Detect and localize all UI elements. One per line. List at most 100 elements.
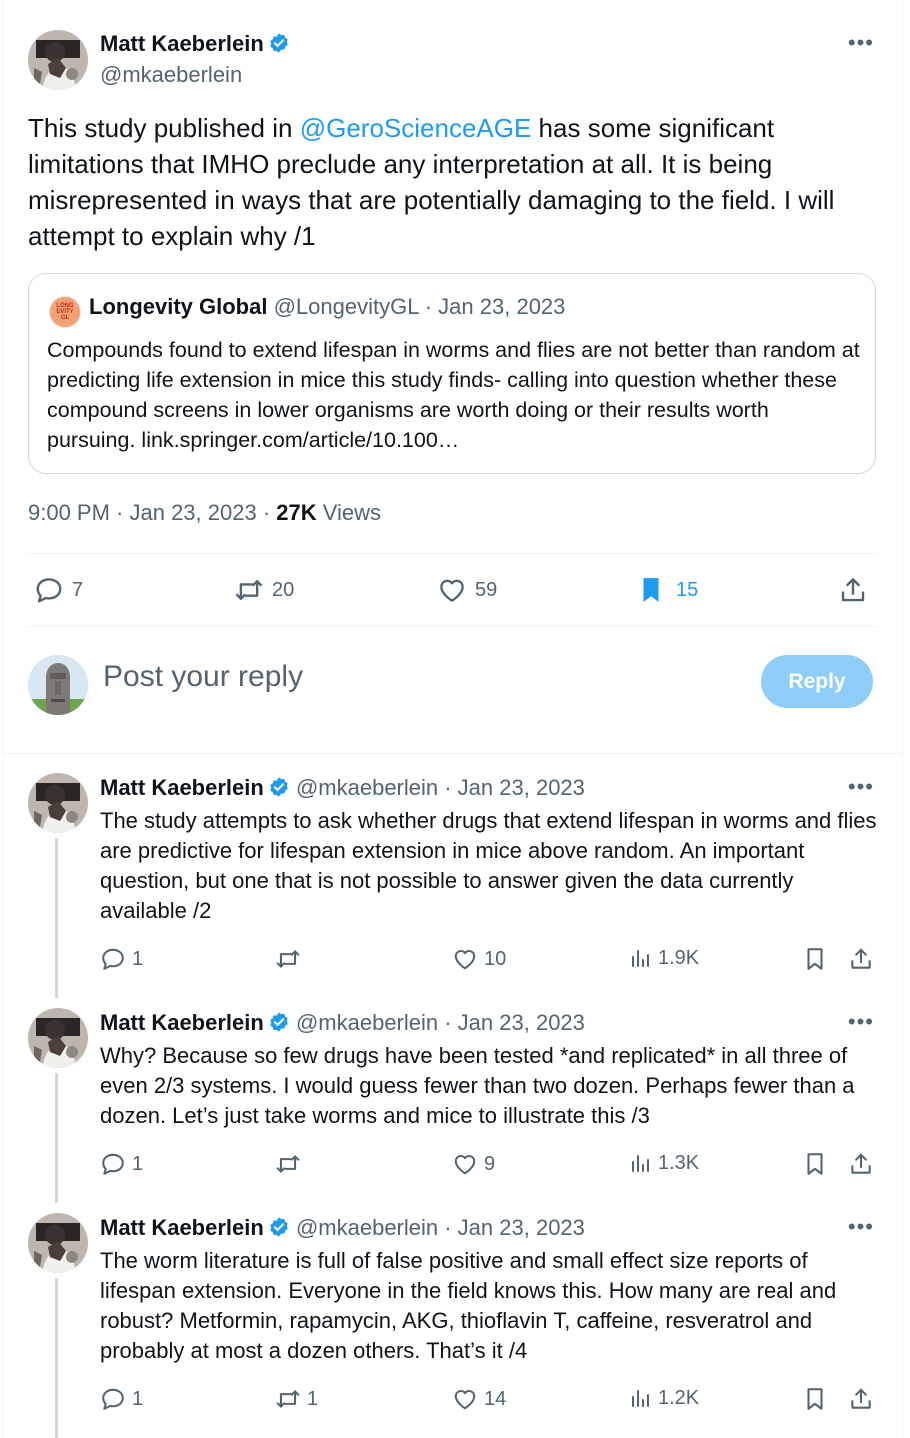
reply-action[interactable]: 7 [34,575,83,605]
share-action[interactable] [848,946,874,972]
bookmark-action[interactable] [802,1151,828,1177]
reply-icon [102,1153,124,1175]
share-icon [851,1153,871,1174]
tweet-text: This study published in @GeroScienceAGE … [28,113,835,251]
verified-badge-icon [269,1216,289,1238]
retweet-action[interactable] [275,946,307,972]
divider [28,553,876,554]
reply-avatar[interactable] [28,1213,88,1273]
thread-line [55,1073,58,1203]
like-count: 59 [475,578,498,601]
views-count: 1.3K [658,1151,700,1174]
verified-badge-icon [269,1011,289,1033]
timestamp[interactable]: 9:00 PM · Jan 23, 2023 · [28,500,276,525]
reply-text: Why? Because so few drugs have been test… [100,1043,855,1128]
reply-icon [102,1388,124,1410]
retweet-action[interactable] [275,1151,307,1177]
retweet-count: 20 [272,578,295,601]
bookmark-action[interactable] [802,1386,828,1412]
verified-badge-icon [269,776,289,798]
retweet-action[interactable]: 20 [234,575,294,605]
retweet-icon [276,1390,300,1408]
views-action[interactable]: 1.2K [628,1386,699,1410]
tweet-meta: 9:00 PM · Jan 23, 2023 · 27K Views [28,500,381,526]
reply-action[interactable]: 1 [100,1151,143,1177]
more-options-icon[interactable]: ••• [848,32,874,54]
quoted-avatar[interactable]: LONG EVITY GL [49,296,81,328]
reply-avatar[interactable] [28,1008,88,1068]
retweet-icon [276,950,300,968]
views-icon [632,1155,649,1172]
reply-text: The study attempts to ask whether drugs … [100,808,877,923]
bookmark-icon [807,1153,823,1175]
retweet-icon [235,580,263,600]
current-user-avatar[interactable] [28,655,88,715]
mention-link[interactable]: @GeroScienceAGE [300,113,532,143]
views-count: 1.9K [658,946,700,969]
author-name[interactable]: Matt Kaeberlein [100,31,264,56]
reply-action[interactable]: 1 [100,946,143,972]
views-action[interactable]: 1.9K [628,946,699,970]
reply-action[interactable]: 1 [100,1386,143,1412]
bookmark-count: 15 [676,578,699,601]
retweet-icon [276,1155,300,1173]
share-action[interactable] [848,1151,874,1177]
author-header: Matt Kaeberlein [100,31,290,57]
reply-avatar[interactable] [28,773,88,833]
reply-header: Matt Kaeberlein @mkaeberlein · Jan 23, 2… [100,775,585,801]
views-action[interactable]: 1.3K [628,1151,699,1175]
quoted-tweet-card[interactable]: LONG EVITY GL Longevity Global @Longevit… [28,273,876,474]
heart-icon [454,1390,476,1410]
moai-avatar-icon [28,655,88,715]
more-options-icon[interactable]: ••• [848,1216,874,1238]
reply-header: Matt Kaeberlein @mkaeberlein · Jan 23, 2… [100,1010,585,1036]
like-count: 14 [484,1387,507,1410]
retweet-action[interactable]: 1 [275,1386,318,1412]
quoted-author-name[interactable]: Longevity Global [89,294,267,319]
heart-icon [440,579,464,602]
share-action[interactable] [848,1386,874,1412]
divider [4,753,902,754]
reply-count: 1 [132,1387,144,1410]
share-action[interactable] [838,575,868,605]
retweet-count: 1 [307,1387,319,1410]
like-action[interactable]: 10 [452,946,506,972]
more-options-icon[interactable]: ••• [848,776,874,798]
views-count: 27K [276,500,317,525]
quoted-handle-date: @LongevityGL · Jan 23, 2023 [273,294,566,319]
share-icon [851,1388,871,1409]
share-icon [851,948,871,969]
reply-author-name[interactable]: Matt Kaeberlein [100,775,264,800]
bookmark-action[interactable] [802,946,828,972]
like-action[interactable]: 9 [452,1151,495,1177]
bookmark-action[interactable]: 15 [636,575,698,605]
share-icon [841,578,865,602]
reply-icon [102,948,124,970]
reply-text: The worm literature is full of false pos… [100,1248,837,1363]
bookmark-icon [807,1388,823,1410]
reply-author-name[interactable]: Matt Kaeberlein [100,1010,264,1035]
thread-line [55,1278,58,1438]
more-options-icon[interactable]: ••• [848,1011,874,1033]
reply-count: 7 [72,578,84,601]
reply-input[interactable]: Post your reply [103,660,303,694]
heart-icon [454,950,476,970]
like-action[interactable]: 14 [452,1386,506,1412]
reply-icon [36,578,62,603]
reply-handle-date[interactable]: @mkaeberlein · Jan 23, 2023 [296,775,585,800]
bookmark-icon [807,948,823,970]
reply-author-name[interactable]: Matt Kaeberlein [100,1215,264,1240]
reply-header: Matt Kaeberlein @mkaeberlein · Jan 23, 2… [100,1215,585,1241]
author-avatar[interactable] [28,30,88,90]
author-handle[interactable]: @mkaeberlein [100,62,242,88]
reply-handle-date[interactable]: @mkaeberlein · Jan 23, 2023 [296,1010,585,1035]
verified-badge-icon [269,32,289,54]
like-action[interactable]: 59 [437,575,497,605]
like-count: 10 [484,947,507,970]
views-icon [632,1390,649,1407]
divider [28,626,876,627]
reply-count: 1 [132,947,144,970]
bookmark-filled-icon [643,578,659,602]
reply-handle-date[interactable]: @mkaeberlein · Jan 23, 2023 [296,1215,585,1240]
reply-button[interactable]: Reply [761,655,873,708]
